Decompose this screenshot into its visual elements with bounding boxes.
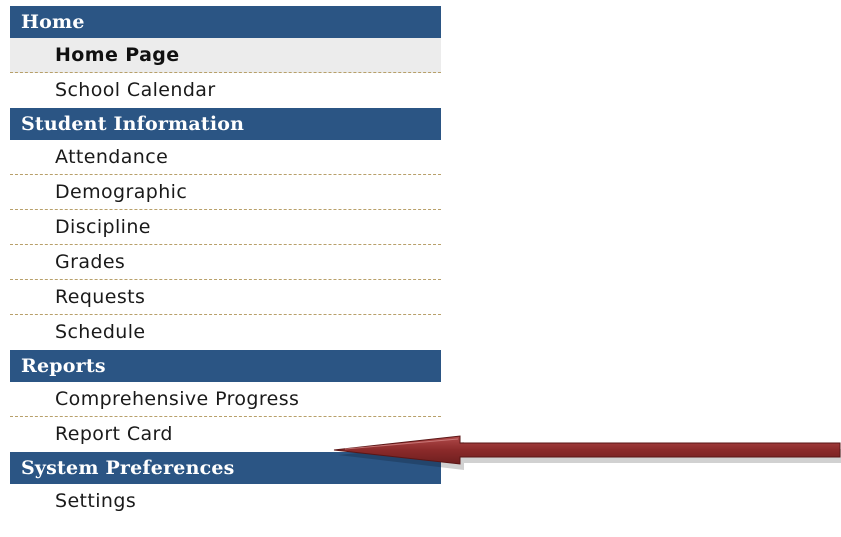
menu-item-demographic[interactable]: Demographic: [10, 175, 441, 210]
menu-item-schedule[interactable]: Schedule: [10, 315, 441, 350]
menu-item-attendance[interactable]: Attendance: [10, 140, 441, 175]
menu-item-school-calendar[interactable]: School Calendar: [10, 73, 441, 108]
menu-item-home-page[interactable]: Home Page: [10, 38, 441, 73]
nav-menu: Home Home Page School Calendar Student I…: [10, 6, 441, 519]
section-header-reports: Reports: [10, 350, 441, 382]
section-header-system-preferences: System Preferences: [10, 452, 441, 484]
section-header-student-information: Student Information: [10, 108, 441, 140]
menu-item-settings[interactable]: Settings: [10, 484, 441, 519]
menu-item-discipline[interactable]: Discipline: [10, 210, 441, 245]
menu-item-requests[interactable]: Requests: [10, 280, 441, 315]
section-header-home: Home: [10, 6, 441, 38]
menu-item-report-card[interactable]: Report Card: [10, 417, 441, 452]
menu-item-comprehensive-progress[interactable]: Comprehensive Progress: [10, 382, 441, 417]
menu-item-grades[interactable]: Grades: [10, 245, 441, 280]
